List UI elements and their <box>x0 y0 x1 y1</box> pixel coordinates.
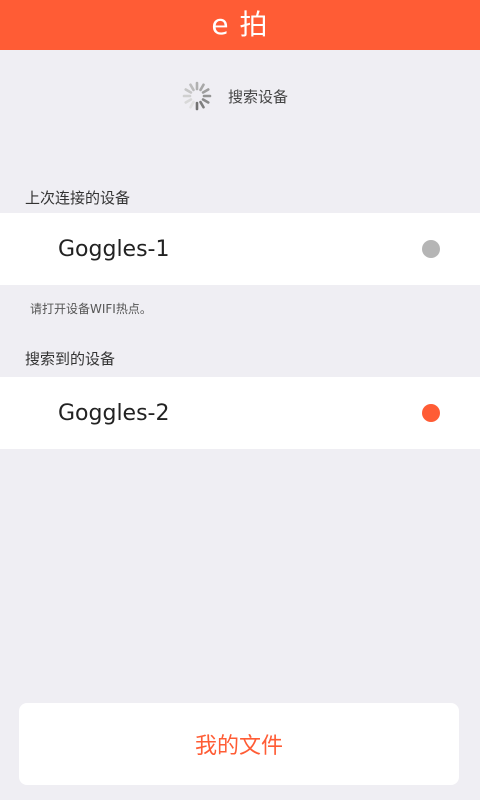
app-header: e 拍 <box>0 0 480 50</box>
section-title-last-connected: 上次连接的设备 <box>25 189 131 207</box>
status-dot-icon <box>422 240 440 258</box>
device-name: Goggles-2 <box>58 400 170 426</box>
app-title: e 拍 <box>211 8 269 41</box>
search-devices-status: 搜索设备 <box>0 78 480 114</box>
device-row-goggles-2[interactable]: Goggles-2 <box>0 377 480 449</box>
loading-spinner-icon <box>182 81 212 111</box>
search-devices-label: 搜索设备 <box>227 87 288 106</box>
device-row-goggles-1[interactable]: Goggles-1 <box>0 213 480 285</box>
device-name: Goggles-1 <box>58 236 170 262</box>
section-title-found-devices: 搜索到的设备 <box>25 350 116 368</box>
app-screen: e 拍 搜索设备 上次连接的设备 Goggles-1 请打开设备WIFI热点。 … <box>0 0 480 800</box>
my-files-button[interactable]: 我的文件 <box>19 703 459 785</box>
my-files-label: 我的文件 <box>194 734 283 759</box>
wifi-hint-text: 请打开设备WIFI热点。 <box>30 302 152 316</box>
status-dot-icon <box>422 404 440 422</box>
